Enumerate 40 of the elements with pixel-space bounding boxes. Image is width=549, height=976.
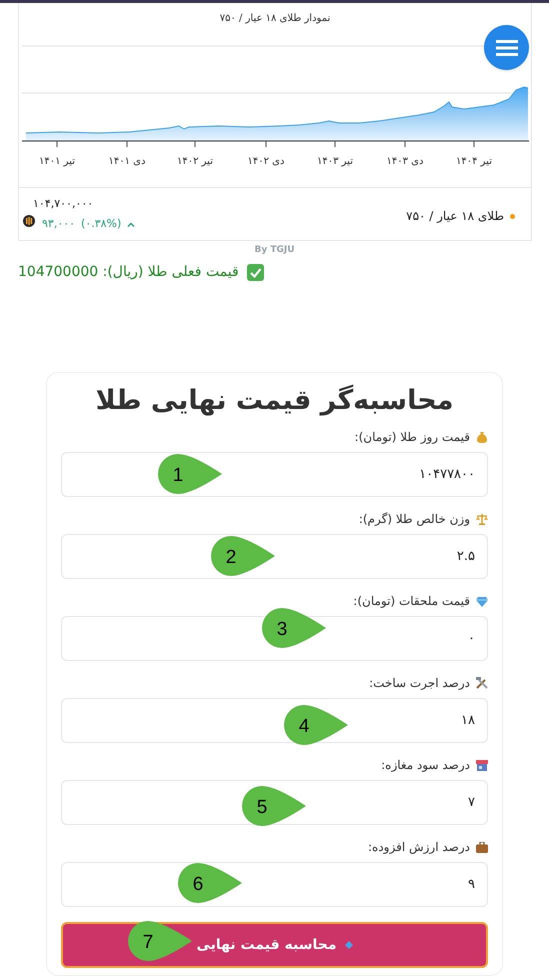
instrument-name: طلای ۱۸ عیار / ۷۵۰ bbox=[406, 208, 504, 225]
step-marker: 6 bbox=[178, 863, 242, 903]
step-marker: 2 bbox=[211, 536, 275, 576]
field-label: درصد اجرت ساخت: bbox=[369, 675, 470, 692]
field-label: درصد سود مغازه: bbox=[381, 757, 470, 774]
check-icon bbox=[246, 264, 264, 280]
diamond-icon bbox=[344, 941, 352, 949]
chart-title: نمودار طلای ۱۸ عیار / ۷۵۰ bbox=[218, 12, 332, 26]
gem-icon bbox=[476, 596, 488, 606]
tools-icon bbox=[476, 677, 488, 689]
briefcase-icon bbox=[476, 842, 488, 852]
step-marker: 3 bbox=[262, 608, 326, 648]
money-bag-icon bbox=[476, 431, 488, 443]
coin-icon bbox=[23, 215, 35, 227]
credit-text: By TGJU bbox=[254, 244, 295, 257]
up-caret-icon bbox=[127, 222, 136, 227]
menu-button[interactable] bbox=[484, 25, 529, 70]
step-marker: 4 bbox=[284, 705, 348, 745]
axis-label: تیر ۱۴۰۱ bbox=[39, 155, 75, 169]
field-label: وزن خالص طلا (گرم): bbox=[358, 511, 470, 528]
axis-label: تیر ۱۴۰۳ bbox=[317, 155, 353, 169]
axis-label: تیر ۱۴۰۲ bbox=[177, 155, 213, 169]
current-price-text: قیمت فعلی طلا (ریال): 104700000 bbox=[18, 262, 239, 282]
step-marker: 7 bbox=[128, 921, 192, 961]
field-label: قیمت ملحقات (تومان): bbox=[353, 593, 470, 610]
axis-label: دی ۱۴۰۳ bbox=[386, 155, 424, 169]
axis-label: دی ۱۴۰۱ bbox=[108, 155, 146, 169]
step-marker: 1 bbox=[158, 454, 222, 494]
calculator-title: محاسبه‌گر قیمت نهایی طلا bbox=[94, 384, 454, 418]
scale-icon bbox=[476, 513, 488, 525]
axis-label: تیر ۱۴۰۴ bbox=[456, 155, 492, 169]
axis-label: دی ۱۴۰۲ bbox=[248, 155, 284, 169]
shop-icon bbox=[476, 759, 488, 771]
field-label: درصد ارزش افزوده: bbox=[368, 839, 470, 856]
step-marker: 5 bbox=[242, 786, 306, 826]
price-value: ۱۰۴,۷۰۰,۰۰۰ bbox=[33, 196, 94, 212]
menu-icon bbox=[496, 40, 518, 56]
change-value: ۹۳,۰۰۰ bbox=[42, 216, 76, 232]
field-label: قیمت روز طلا (تومان): bbox=[354, 429, 470, 446]
change-percent: (۰.۳۸%) bbox=[81, 216, 122, 232]
